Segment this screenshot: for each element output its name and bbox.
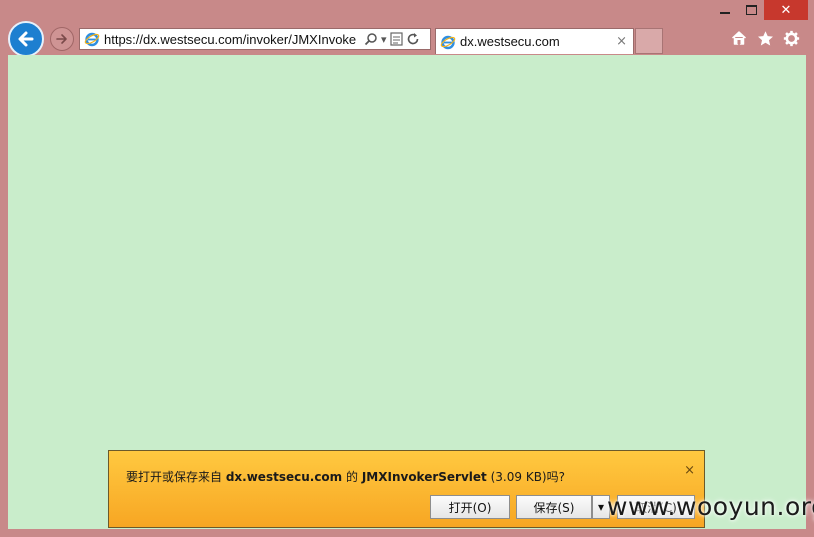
address-tools: ▾	[364, 32, 420, 46]
open-button[interactable]: 打开(O)	[430, 495, 510, 519]
compatibility-view-icon[interactable]	[389, 32, 403, 46]
refresh-icon[interactable]	[406, 32, 420, 46]
search-dropdown-icon[interactable]: ▾	[381, 33, 387, 46]
message-suffix: (3.09 KB)吗?	[486, 470, 565, 484]
minimize-icon	[720, 12, 730, 14]
ie-logo-icon	[84, 32, 100, 47]
forward-button[interactable]	[50, 27, 74, 51]
gear-icon	[783, 30, 799, 46]
download-message: 要打开或保存来自 dx.westsecu.com 的 JMXInvokerSer…	[126, 468, 565, 485]
save-button[interactable]: 保存(S)	[516, 495, 592, 519]
active-tab[interactable]: dx.westsecu.com ×	[435, 28, 634, 54]
back-button[interactable]	[8, 21, 44, 57]
message-site: dx.westsecu.com	[225, 470, 343, 484]
star-icon	[757, 30, 773, 45]
message-middle: 的	[342, 470, 362, 484]
tab-close-icon[interactable]: ×	[616, 34, 627, 49]
message-filename: JMXInvokerServlet	[361, 470, 487, 484]
message-prefix: 要打开或保存来自	[126, 470, 226, 484]
maximize-icon	[745, 5, 757, 15]
favorites-button[interactable]	[756, 29, 774, 47]
browser-window: ✕ https://dx.westsecu.com/invoker/JMXInv…	[0, 0, 814, 537]
maximize-button[interactable]	[738, 0, 764, 20]
back-arrow-icon	[18, 31, 34, 47]
settings-button[interactable]	[782, 29, 800, 47]
address-bar[interactable]: https://dx.westsecu.com/invoker/JMXInvok…	[79, 28, 431, 50]
tab-ie-icon	[440, 35, 456, 49]
home-button[interactable]	[730, 29, 748, 47]
tab-title: dx.westsecu.com	[460, 34, 560, 49]
window-controls: ✕	[712, 0, 808, 20]
home-icon	[731, 31, 747, 45]
forward-arrow-icon	[56, 34, 67, 44]
watermark: www.wooyun.org	[607, 492, 814, 521]
search-icon[interactable]	[364, 32, 378, 46]
close-window-button[interactable]: ✕	[764, 0, 808, 20]
notification-close-icon[interactable]: ×	[684, 463, 695, 478]
browser-toolbar	[730, 29, 800, 47]
address-url[interactable]: https://dx.westsecu.com/invoker/JMXInvok…	[104, 32, 360, 47]
new-tab-button[interactable]	[635, 28, 663, 54]
minimize-button[interactable]	[712, 0, 738, 20]
